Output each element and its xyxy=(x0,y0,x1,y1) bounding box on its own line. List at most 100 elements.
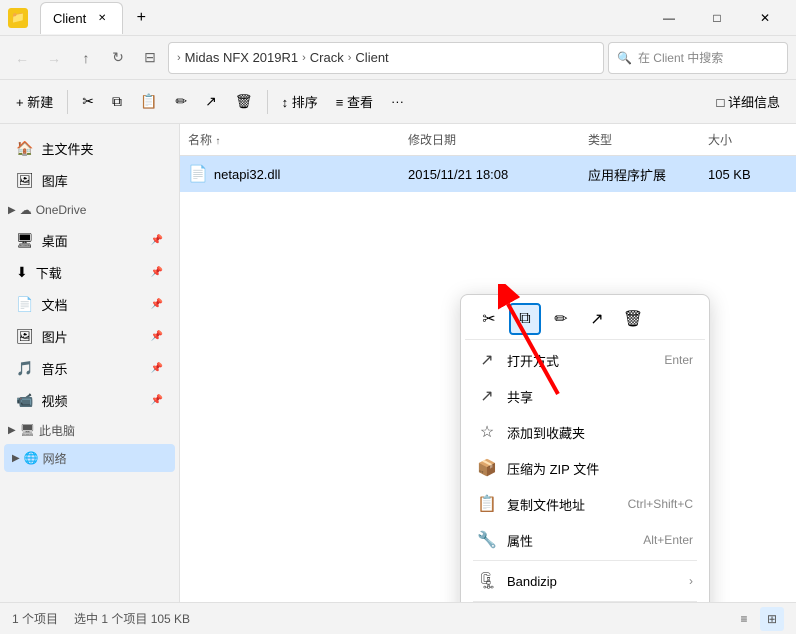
sidebar-item-music-label: 音乐 xyxy=(41,359,67,378)
close-button[interactable]: ✕ xyxy=(742,2,788,34)
ctx-share-button[interactable]: ↗ xyxy=(581,303,613,335)
forward-button[interactable]: → xyxy=(40,44,68,72)
back-button[interactable]: ← xyxy=(8,44,36,72)
ctx-copypath-item[interactable]: 📋 复制文件地址 Ctrl+Shift+C xyxy=(465,486,705,522)
context-menu: ✂ ⧉ ✏ ↗ 🗑 ↗ 打开方式 Enter ↗ 共享 ☆ 添加到收藏夹 📦 xyxy=(460,294,710,602)
thispc-icon: 🖥 xyxy=(20,423,35,437)
sort-button[interactable]: ↕ 排序 xyxy=(274,86,326,118)
ctx-open-shortcut: Enter xyxy=(664,353,693,367)
up-button[interactable]: ↑ xyxy=(72,44,100,72)
toolbar-sep-1 xyxy=(67,90,68,114)
more-icon: ··· xyxy=(391,94,404,109)
desktop-icon: 🖥 xyxy=(16,232,34,249)
ctx-compress-item[interactable]: 📦 压缩为 ZIP 文件 xyxy=(465,450,705,486)
col-name[interactable]: 名称 ↑ xyxy=(188,131,408,148)
details-label: □ 详细信息 xyxy=(717,92,780,111)
rename-icon: ✏ xyxy=(175,93,187,110)
maximize-button[interactable]: □ xyxy=(694,2,740,34)
col-size[interactable]: 大小 xyxy=(708,131,788,148)
sidebar-item-downloads-label: 下载 xyxy=(36,263,62,282)
sidebar-item-documents[interactable]: 📄 文档 📌 xyxy=(4,288,175,320)
new-tab-button[interactable]: + xyxy=(127,4,155,32)
ctx-copy-button[interactable]: ⧉ xyxy=(509,303,541,335)
col-modified[interactable]: 修改日期 xyxy=(408,131,588,148)
new-button[interactable]: + 新建 xyxy=(8,86,61,118)
paste-icon: 📋 xyxy=(140,93,157,110)
home-icon: 🏠 xyxy=(16,140,33,157)
path-midas[interactable]: Midas NFX 2019R1 xyxy=(185,50,298,65)
sidebar-item-videos-label: 视频 xyxy=(41,391,67,410)
sidebar-group-thispc[interactable]: ▶ 🖥 此电脑 xyxy=(0,416,179,444)
search-placeholder: 在 Client 中搜索 xyxy=(638,49,723,66)
ctx-addfav-item[interactable]: ☆ 添加到收藏夹 xyxy=(465,414,705,450)
details-button[interactable]: □ 详细信息 xyxy=(709,86,788,118)
tab-label: Client xyxy=(53,11,86,26)
ctx-sep-1 xyxy=(473,560,697,561)
view-list-button[interactable]: ≡ xyxy=(732,607,756,631)
search-icon: 🔍 xyxy=(617,51,632,65)
status-bar: 1 个项目 选中 1 个项目 105 KB ≡ ⊞ xyxy=(0,602,796,634)
app-icon: 📁 xyxy=(8,8,28,28)
sidebar-item-desktop[interactable]: 🖥 桌面 📌 xyxy=(4,224,175,256)
videos-icon: 📹 xyxy=(16,392,33,409)
ctx-delete-button[interactable]: 🗑 xyxy=(617,303,649,335)
sidebar-item-home[interactable]: 🏠 主文件夹 xyxy=(4,132,175,164)
address-path[interactable]: › Midas NFX 2019R1 › Crack › Client xyxy=(168,42,604,74)
sidebar-item-documents-label: 文档 xyxy=(41,295,67,314)
sidebar-item-desktop-label: 桌面 xyxy=(42,231,68,250)
view-button[interactable]: ≡ 查看 xyxy=(328,86,381,118)
file-name-cell: 📄 netapi32.dll xyxy=(188,164,408,184)
file-row-netapi32[interactable]: 📄 netapi32.dll 2015/11/21 18:08 应用程序扩展 1… xyxy=(180,156,796,192)
file-name-label: netapi32.dll xyxy=(214,167,281,182)
sidebar-group-network[interactable]: ▶ 🌐 网络 xyxy=(4,444,175,472)
share-button[interactable]: ↗ xyxy=(197,86,225,118)
delete-button[interactable]: 🗑 xyxy=(227,86,261,118)
ctx-bandizip-item[interactable]: 🗜 Bandizip › xyxy=(465,563,705,599)
pictures-pin-icon: 📌 xyxy=(151,331,163,342)
file-icon: 📄 xyxy=(188,164,208,184)
cut-button[interactable]: ✂ xyxy=(74,86,102,118)
sidebar-group-onedrive[interactable]: ▶ ☁ OneDrive xyxy=(0,196,179,224)
sidebar-item-downloads[interactable]: ⬇ 下载 📌 xyxy=(4,256,175,288)
tab-area: Client ✕ + xyxy=(40,2,155,34)
ctx-compress-icon: 📦 xyxy=(477,458,497,478)
minimize-button[interactable]: — xyxy=(646,2,692,34)
ctx-bandizip-arrow: › xyxy=(689,574,693,588)
onedrive-expand-icon: ▶ xyxy=(8,205,16,216)
ctx-cut-button[interactable]: ✂ xyxy=(473,303,505,335)
ctx-share-item[interactable]: ↗ 共享 xyxy=(465,378,705,414)
copy-button[interactable]: ⧉ xyxy=(104,86,130,118)
paste-button[interactable]: 📋 xyxy=(132,86,165,118)
path-crack[interactable]: Crack xyxy=(310,50,344,65)
ctx-properties-label: 属性 xyxy=(507,531,633,550)
ctx-properties-shortcut: Alt+Enter xyxy=(643,533,693,547)
path-client[interactable]: Client xyxy=(355,50,388,65)
sidebar-item-pictures[interactable]: 🖼 图片 📌 xyxy=(4,320,175,352)
delete-icon: 🗑 xyxy=(235,93,253,110)
sidebar-item-gallery[interactable]: 🖼 图库 xyxy=(4,164,175,196)
refresh-button[interactable]: ↻ xyxy=(104,44,132,72)
sidebar-item-music[interactable]: 🎵 音乐 📌 xyxy=(4,352,175,384)
videos-pin-icon: 📌 xyxy=(151,395,163,406)
sidebar-item-videos[interactable]: 📹 视频 📌 xyxy=(4,384,175,416)
file-modified: 2015/11/21 18:08 xyxy=(408,167,588,182)
more-button[interactable]: ··· xyxy=(383,86,412,118)
ctx-open-item[interactable]: ↗ 打开方式 Enter xyxy=(465,342,705,378)
desktop-pin-icon: 📌 xyxy=(151,235,163,246)
rename-button[interactable]: ✏ xyxy=(167,86,195,118)
cut-icon: ✂ xyxy=(82,93,94,110)
ctx-copypath-shortcut: Ctrl+Shift+C xyxy=(628,497,693,511)
documents-pin-icon: 📌 xyxy=(151,299,163,310)
search-box[interactable]: 🔍 在 Client 中搜索 xyxy=(608,42,788,74)
status-count: 1 个项目 xyxy=(12,610,58,627)
downloads-icon: ⬇ xyxy=(16,264,28,281)
status-selected: 选中 1 个项目 105 KB xyxy=(74,610,190,627)
tab-close-button[interactable]: ✕ xyxy=(94,10,110,26)
main-layout: 🏠 主文件夹 🖼 图库 ▶ ☁ OneDrive 🖥 桌面 📌 ⬇ 下载 📌 📄… xyxy=(0,124,796,602)
collapse-button[interactable]: ⊟ xyxy=(136,44,164,72)
ctx-rename-button[interactable]: ✏ xyxy=(545,303,577,335)
col-type[interactable]: 类型 xyxy=(588,131,708,148)
ctx-properties-item[interactable]: 🔧 属性 Alt+Enter xyxy=(465,522,705,558)
tab-client[interactable]: Client ✕ xyxy=(40,2,123,34)
view-grid-button[interactable]: ⊞ xyxy=(760,607,784,631)
